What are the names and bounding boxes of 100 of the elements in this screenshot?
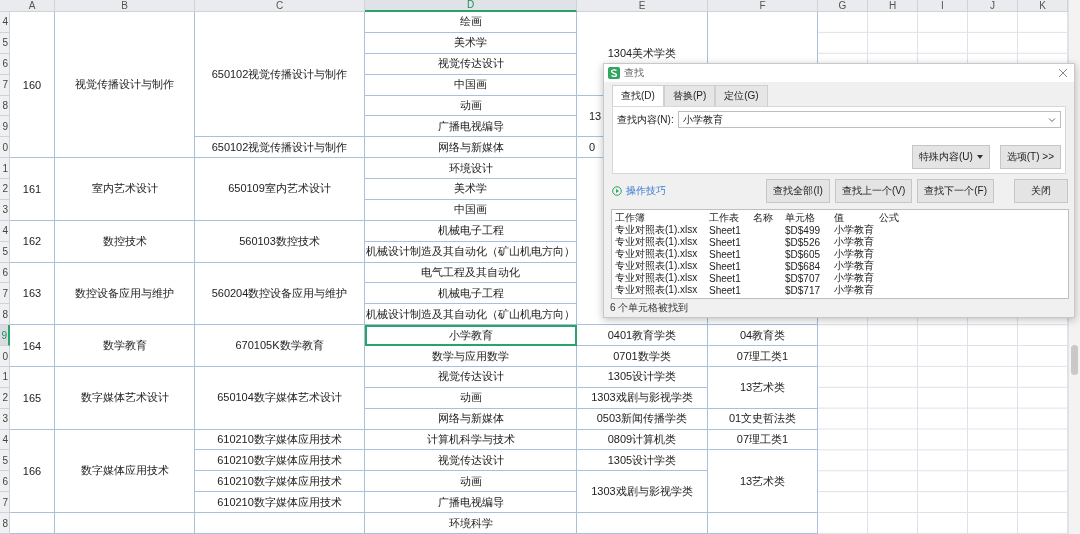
table-cell[interactable]: 机械电子工程 [365,220,577,242]
table-cell[interactable]: 广播电视编导 [365,492,577,514]
table-cell[interactable]: 610210数字媒体应用技术 [195,492,365,514]
row-header[interactable]: 0 [0,137,10,159]
table-cell[interactable]: 室内艺术设计 [55,158,195,221]
table-cell[interactable]: 动画 [365,387,577,409]
row-header[interactable]: 1 [0,158,10,180]
special-content-button[interactable]: 特殊内容(U) [911,145,990,169]
row-header[interactable]: 5 [0,241,10,263]
table-cell[interactable]: 0401教育学类 [577,325,708,347]
result-cell[interactable]: 小学教育 [834,235,879,249]
dialog-tab[interactable]: 替换(P) [663,85,716,107]
row-header[interactable]: 4 [0,12,10,33]
result-cell[interactable]: 专业对照表(1).xlsx [615,223,709,237]
table-cell[interactable]: 机械电子工程 [365,283,577,305]
table-cell[interactable]: 网络与新媒体 [365,137,577,159]
table-cell[interactable]: 1305设计学类 [577,366,708,388]
result-cell[interactable]: 专业对照表(1).xlsx [615,259,709,273]
table-cell[interactable]: 07理工类1 [708,346,818,367]
table-cell[interactable]: 视觉传达设计 [365,53,577,75]
table-cell[interactable]: 650109室内艺术设计 [195,158,365,221]
results-header[interactable]: 公式 [879,211,1065,225]
column-header[interactable]: E [577,0,708,12]
table-cell[interactable]: 中国画 [365,199,577,221]
row-header[interactable]: 5 [0,32,10,54]
result-cell[interactable]: 小学教育 [834,259,879,273]
table-cell[interactable]: 网络与新媒体 [365,408,577,430]
table-cell[interactable]: 数字媒体应用技术 [55,429,195,514]
result-cell[interactable]: 小学教育 [834,283,879,297]
table-cell[interactable]: 1303戏剧与影视学类 [577,387,708,409]
table-cell[interactable]: 美术学 [365,179,577,200]
table-cell[interactable]: 机械设计制造及其自动化（矿山机电方向） [365,304,577,326]
result-cell[interactable]: 专业对照表(1).xlsx [615,247,709,261]
table-cell[interactable]: 绘画 [365,12,577,33]
column-header[interactable]: K [1018,0,1068,12]
table-cell[interactable]: 视觉传达设计 [365,366,577,388]
result-cell[interactable]: Sheet1 [709,236,753,248]
column-header[interactable]: B [55,0,195,12]
tips-link[interactable]: 操作技巧 [626,184,666,198]
caret-icon[interactable] [976,155,983,159]
search-field[interactable]: 小学教育 [677,111,1061,129]
dialog-tab[interactable]: 查找(D) [612,85,664,107]
table-cell[interactable]: 162 [10,220,55,263]
result-cell[interactable]: $D$717 [785,284,834,296]
results-header[interactable]: 工作表 [709,211,753,225]
play-circle-icon[interactable] [612,186,622,196]
table-cell[interactable]: 07理工类1 [708,429,818,451]
select-all-corner[interactable] [0,0,10,12]
table-cell[interactable]: 动画 [365,471,577,493]
table-cell[interactable]: 动画 [365,95,577,117]
result-cell[interactable]: Sheet1 [709,272,753,284]
result-cell[interactable]: Sheet1 [709,260,753,272]
row-header[interactable]: 8 [0,304,10,326]
table-cell[interactable]: 610210数字媒体应用技术 [195,429,365,451]
row-header[interactable]: 6 [0,471,10,493]
dialog-button[interactable]: 查找上一个(V) [834,179,913,203]
active-cell[interactable]: 小学教育 [365,325,577,347]
row-header[interactable]: 3 [0,199,10,221]
empty-cell[interactable] [577,513,708,534]
table-cell[interactable]: 650102视觉传播设计与制作 [195,137,365,159]
result-cell[interactable]: 专业对照表(1).xlsx [615,283,709,297]
results-header[interactable]: 单元格 [785,211,834,225]
column-header[interactable]: J [968,0,1018,12]
row-header[interactable]: 7 [0,74,10,96]
table-cell[interactable]: 中国画 [365,74,577,96]
result-cell[interactable]: $D$707 [785,272,834,284]
table-cell[interactable]: 13艺术类 [708,366,818,409]
row-header[interactable]: 4 [0,220,10,242]
result-cell[interactable]: $D$526 [785,236,834,248]
table-cell[interactable]: 165 [10,366,55,430]
table-cell[interactable]: 数学与应用数学 [365,346,577,367]
table-cell[interactable]: 163 [10,262,55,326]
result-cell[interactable]: $D$684 [785,260,834,272]
result-cell[interactable]: Sheet1 [709,284,753,296]
table-cell[interactable]: 美术学 [365,32,577,54]
row-header[interactable]: 7 [0,492,10,514]
table-cell[interactable]: 0701数学类 [577,346,708,367]
column-header[interactable]: C [195,0,365,12]
result-cell[interactable]: 小学教育 [834,247,879,261]
table-cell[interactable]: 1303戏剧与影视学类 [577,471,708,514]
row-header[interactable]: 2 [0,387,10,409]
chevron-down-icon[interactable] [1048,117,1056,124]
row-header[interactable]: 8 [0,513,10,534]
table-cell[interactable]: 视觉传达设计 [365,450,577,472]
table-cell[interactable]: 1305设计学类 [577,450,708,472]
row-header[interactable]: 1 [0,366,10,388]
column-header[interactable]: I [918,0,968,12]
table-cell[interactable]: 数控设备应用与维护 [55,262,195,326]
result-cell[interactable]: Sheet1 [709,224,753,236]
dialog-button[interactable]: 关闭 [1014,179,1068,203]
row-header[interactable]: 7 [0,283,10,305]
column-header[interactable]: G [818,0,868,12]
row-header[interactable]: 2 [0,179,10,200]
empty-cell[interactable] [195,513,365,534]
table-cell[interactable]: 0503新闻传播学类 [577,408,708,430]
table-cell[interactable]: 环境科学 [365,513,577,534]
result-cell[interactable]: Sheet1 [709,248,753,260]
row-header[interactable]: 0 [0,346,10,367]
result-cell[interactable]: 专业对照表(1).xlsx [615,271,709,285]
table-cell[interactable]: 广播电视编导 [365,116,577,138]
